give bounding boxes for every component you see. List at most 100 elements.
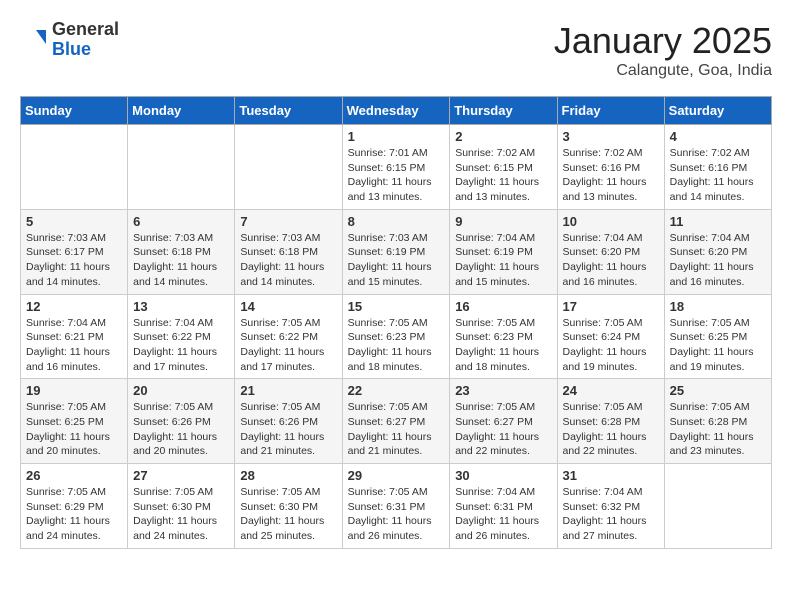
calendar-week-row: 5Sunrise: 7:03 AM Sunset: 6:17 PM Daylig… bbox=[21, 209, 772, 294]
calendar-cell: 23 Sunrise: 7:05 AM Sunset: 6:27 PM Dayli… bbox=[450, 379, 557, 464]
calendar-cell: 20 Sunrise: 7:05 AM Sunset: 6:26 PM Dayli… bbox=[128, 379, 235, 464]
location-text: Calangute, Goa, India bbox=[554, 62, 772, 80]
calendar-cell bbox=[235, 125, 342, 210]
day-info: Sunrise: 7:05 AM Sunset: 6:25 PM Dayligh… bbox=[26, 400, 122, 459]
calendar-cell: 30 Sunrise: 7:04 AM Sunset: 6:31 PM Dayli… bbox=[450, 464, 557, 549]
day-info: Sunrise: 7:05 AM Sunset: 6:27 PM Dayligh… bbox=[348, 400, 445, 459]
day-info: Sunrise: 7:04 AM Sunset: 6:19 PM Dayligh… bbox=[455, 231, 551, 290]
calendar-cell: 6 Sunrise: 7:03 AM Sunset: 6:18 PM Daylig… bbox=[128, 209, 235, 294]
calendar-cell: 19Sunrise: 7:05 AM Sunset: 6:25 PM Dayli… bbox=[21, 379, 128, 464]
day-info: Sunrise: 7:05 AM Sunset: 6:26 PM Dayligh… bbox=[133, 400, 229, 459]
calendar-weekday-header: Wednesday bbox=[342, 97, 450, 125]
calendar-cell: 14 Sunrise: 7:05 AM Sunset: 6:22 PM Dayli… bbox=[235, 294, 342, 379]
day-info: Sunrise: 7:05 AM Sunset: 6:28 PM Dayligh… bbox=[563, 400, 659, 459]
calendar-cell: 28 Sunrise: 7:05 AM Sunset: 6:30 PM Dayli… bbox=[235, 464, 342, 549]
day-info: Sunrise: 7:05 AM Sunset: 6:29 PM Dayligh… bbox=[26, 485, 122, 544]
calendar-week-row: 12 Sunrise: 7:04 AM Sunset: 6:21 PM Dayli… bbox=[21, 294, 772, 379]
calendar-cell: 22 Sunrise: 7:05 AM Sunset: 6:27 PM Dayli… bbox=[342, 379, 450, 464]
logo-blue-text: Blue bbox=[52, 40, 119, 60]
calendar-weekday-header: Tuesday bbox=[235, 97, 342, 125]
day-info: Sunrise: 7:03 AM Sunset: 6:17 PM Dayligh… bbox=[26, 231, 122, 290]
day-info: Sunrise: 7:04 AM Sunset: 6:21 PM Dayligh… bbox=[26, 316, 122, 375]
calendar-cell: 17Sunrise: 7:05 AM Sunset: 6:24 PM Dayli… bbox=[557, 294, 664, 379]
day-number: 6 bbox=[133, 214, 229, 229]
day-info: Sunrise: 7:05 AM Sunset: 6:30 PM Dayligh… bbox=[240, 485, 336, 544]
day-info: Sunrise: 7:05 AM Sunset: 6:22 PM Dayligh… bbox=[240, 316, 336, 375]
day-info: Sunrise: 7:05 AM Sunset: 6:23 PM Dayligh… bbox=[348, 316, 445, 375]
day-info: Sunrise: 7:03 AM Sunset: 6:18 PM Dayligh… bbox=[133, 231, 229, 290]
day-info: Sunrise: 7:05 AM Sunset: 6:30 PM Dayligh… bbox=[133, 485, 229, 544]
day-number: 21 bbox=[240, 383, 336, 398]
calendar-weekday-header: Thursday bbox=[450, 97, 557, 125]
calendar-week-row: 1 Sunrise: 7:01 AM Sunset: 6:15 PM Daylig… bbox=[21, 125, 772, 210]
calendar-cell: 31 Sunrise: 7:04 AM Sunset: 6:32 PM Dayli… bbox=[557, 464, 664, 549]
calendar-cell: 9 Sunrise: 7:04 AM Sunset: 6:19 PM Daylig… bbox=[450, 209, 557, 294]
day-number: 14 bbox=[240, 299, 336, 314]
calendar-cell: 12 Sunrise: 7:04 AM Sunset: 6:21 PM Dayli… bbox=[21, 294, 128, 379]
day-info: Sunrise: 7:04 AM Sunset: 6:20 PM Dayligh… bbox=[563, 231, 659, 290]
day-info: Sunrise: 7:04 AM Sunset: 6:22 PM Dayligh… bbox=[133, 316, 229, 375]
day-info: Sunrise: 7:05 AM Sunset: 6:28 PM Dayligh… bbox=[670, 400, 766, 459]
day-number: 24 bbox=[563, 383, 659, 398]
day-number: 20 bbox=[133, 383, 229, 398]
day-number: 13 bbox=[133, 299, 229, 314]
calendar-cell: 3Sunrise: 7:02 AM Sunset: 6:16 PM Daylig… bbox=[557, 125, 664, 210]
day-number: 10 bbox=[563, 214, 659, 229]
logo-general-text: General bbox=[52, 20, 119, 40]
calendar-cell: 27 Sunrise: 7:05 AM Sunset: 6:30 PM Dayli… bbox=[128, 464, 235, 549]
day-number: 27 bbox=[133, 468, 229, 483]
calendar-cell bbox=[664, 464, 771, 549]
calendar-cell: 16Sunrise: 7:05 AM Sunset: 6:23 PM Dayli… bbox=[450, 294, 557, 379]
day-number: 11 bbox=[670, 214, 766, 229]
day-number: 26 bbox=[26, 468, 122, 483]
day-info: Sunrise: 7:05 AM Sunset: 6:31 PM Dayligh… bbox=[348, 485, 445, 544]
calendar-cell bbox=[21, 125, 128, 210]
calendar-week-row: 26 Sunrise: 7:05 AM Sunset: 6:29 PM Dayli… bbox=[21, 464, 772, 549]
day-info: Sunrise: 7:04 AM Sunset: 6:20 PM Dayligh… bbox=[670, 231, 766, 290]
calendar-weekday-header: Sunday bbox=[21, 97, 128, 125]
day-info: Sunrise: 7:05 AM Sunset: 6:27 PM Dayligh… bbox=[455, 400, 551, 459]
calendar-cell: 18 Sunrise: 7:05 AM Sunset: 6:25 PM Dayli… bbox=[664, 294, 771, 379]
calendar-cell: 11 Sunrise: 7:04 AM Sunset: 6:20 PM Dayli… bbox=[664, 209, 771, 294]
logo: General Blue bbox=[20, 20, 119, 60]
day-number: 30 bbox=[455, 468, 551, 483]
day-info: Sunrise: 7:02 AM Sunset: 6:16 PM Dayligh… bbox=[563, 146, 659, 205]
day-info: Sunrise: 7:01 AM Sunset: 6:15 PM Dayligh… bbox=[348, 146, 445, 205]
calendar-cell: 1 Sunrise: 7:01 AM Sunset: 6:15 PM Daylig… bbox=[342, 125, 450, 210]
calendar-table: SundayMondayTuesdayWednesdayThursdayFrid… bbox=[20, 96, 772, 549]
day-info: Sunrise: 7:03 AM Sunset: 6:18 PM Dayligh… bbox=[240, 231, 336, 290]
calendar-cell: 13 Sunrise: 7:04 AM Sunset: 6:22 PM Dayli… bbox=[128, 294, 235, 379]
logo-icon bbox=[20, 26, 48, 54]
calendar-cell: 26 Sunrise: 7:05 AM Sunset: 6:29 PM Dayli… bbox=[21, 464, 128, 549]
calendar-cell: 4Sunrise: 7:02 AM Sunset: 6:16 PM Daylig… bbox=[664, 125, 771, 210]
day-number: 15 bbox=[348, 299, 445, 314]
calendar-cell: 5Sunrise: 7:03 AM Sunset: 6:17 PM Daylig… bbox=[21, 209, 128, 294]
calendar-cell: 2Sunrise: 7:02 AM Sunset: 6:15 PM Daylig… bbox=[450, 125, 557, 210]
day-number: 1 bbox=[348, 129, 445, 144]
calendar-cell: 10 Sunrise: 7:04 AM Sunset: 6:20 PM Dayli… bbox=[557, 209, 664, 294]
calendar-week-row: 19Sunrise: 7:05 AM Sunset: 6:25 PM Dayli… bbox=[21, 379, 772, 464]
day-number: 17 bbox=[563, 299, 659, 314]
day-info: Sunrise: 7:05 AM Sunset: 6:23 PM Dayligh… bbox=[455, 316, 551, 375]
day-number: 22 bbox=[348, 383, 445, 398]
day-number: 8 bbox=[348, 214, 445, 229]
calendar-weekday-header: Friday bbox=[557, 97, 664, 125]
page-header: General Blue January 2025 Calangute, Goa… bbox=[20, 20, 772, 80]
day-number: 28 bbox=[240, 468, 336, 483]
day-number: 9 bbox=[455, 214, 551, 229]
calendar-header-row: SundayMondayTuesdayWednesdayThursdayFrid… bbox=[21, 97, 772, 125]
day-info: Sunrise: 7:04 AM Sunset: 6:32 PM Dayligh… bbox=[563, 485, 659, 544]
day-number: 31 bbox=[563, 468, 659, 483]
day-number: 18 bbox=[670, 299, 766, 314]
day-number: 23 bbox=[455, 383, 551, 398]
day-number: 25 bbox=[670, 383, 766, 398]
day-number: 4 bbox=[670, 129, 766, 144]
calendar-cell bbox=[128, 125, 235, 210]
day-info: Sunrise: 7:04 AM Sunset: 6:31 PM Dayligh… bbox=[455, 485, 551, 544]
day-number: 7 bbox=[240, 214, 336, 229]
month-title: January 2025 bbox=[554, 20, 772, 62]
day-number: 12 bbox=[26, 299, 122, 314]
day-info: Sunrise: 7:05 AM Sunset: 6:25 PM Dayligh… bbox=[670, 316, 766, 375]
calendar-cell: 29Sunrise: 7:05 AM Sunset: 6:31 PM Dayli… bbox=[342, 464, 450, 549]
day-info: Sunrise: 7:03 AM Sunset: 6:19 PM Dayligh… bbox=[348, 231, 445, 290]
